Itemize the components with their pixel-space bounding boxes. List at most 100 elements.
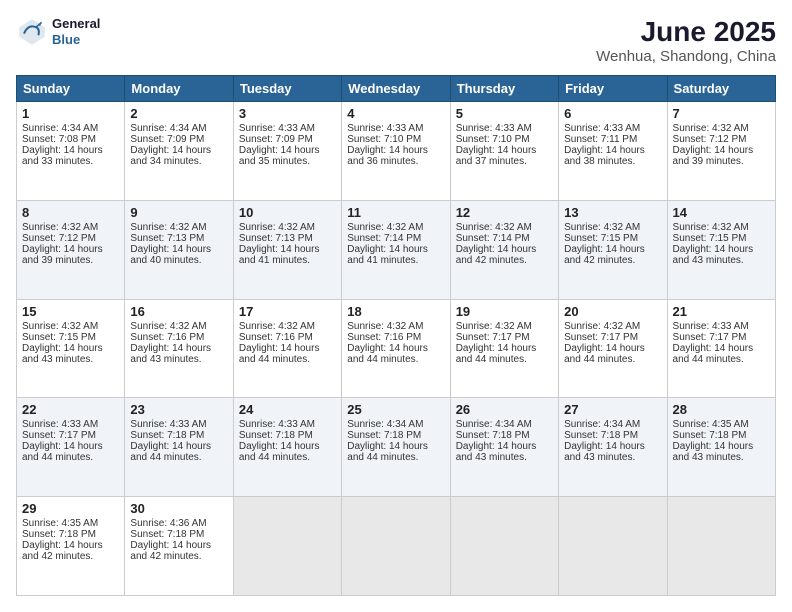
daylight: Daylight: 14 hours and 42 minutes. bbox=[564, 244, 645, 266]
sunset: Sunset: 7:10 PM bbox=[347, 134, 421, 145]
day-number: 28 bbox=[673, 402, 770, 417]
calendar-cell bbox=[559, 497, 667, 596]
daylight: Daylight: 14 hours and 39 minutes. bbox=[673, 145, 754, 167]
sunrise: Sunrise: 4:32 AM bbox=[22, 321, 98, 332]
calendar-cell: 25Sunrise: 4:34 AMSunset: 7:18 PMDayligh… bbox=[342, 398, 450, 497]
calendar-cell: 21 Sunrise: 4:33 AMSunset: 7:17 PMDayligh… bbox=[667, 299, 775, 398]
calendar-cell: 14Sunrise: 4:32 AMSunset: 7:15 PMDayligh… bbox=[667, 200, 775, 299]
day-number: 14 bbox=[673, 205, 770, 220]
sunrise: Sunrise: 4:32 AM bbox=[347, 321, 423, 332]
sunset: Sunset: 7:18 PM bbox=[347, 430, 421, 441]
sunrise: Sunrise: 4:35 AM bbox=[22, 518, 98, 529]
day-number: 16 bbox=[130, 304, 227, 319]
sunrise: Sunrise: 4:32 AM bbox=[347, 222, 423, 233]
calendar-subtitle: Wenhua, Shandong, China bbox=[596, 48, 776, 65]
daylight: Daylight: 14 hours and 43 minutes. bbox=[564, 441, 645, 463]
calendar-cell: 26Sunrise: 4:34 AMSunset: 7:18 PMDayligh… bbox=[450, 398, 558, 497]
day-number: 8 bbox=[22, 205, 119, 220]
logo-text: General Blue bbox=[52, 16, 100, 47]
sunset: Sunset: 7:18 PM bbox=[673, 430, 747, 441]
daylight: Daylight: 14 hours and 44 minutes. bbox=[239, 441, 320, 463]
sunset: Sunset: 7:18 PM bbox=[564, 430, 638, 441]
daylight: Daylight: 14 hours and 43 minutes. bbox=[673, 441, 754, 463]
sunrise: Sunrise: 4:33 AM bbox=[239, 123, 315, 134]
day-number: 26 bbox=[456, 402, 553, 417]
calendar-title: June 2025 bbox=[596, 16, 776, 48]
sunrise: Sunrise: 4:33 AM bbox=[347, 123, 423, 134]
sunset: Sunset: 7:15 PM bbox=[673, 233, 747, 244]
sunrise: Sunrise: 4:34 AM bbox=[564, 419, 640, 430]
sunset: Sunset: 7:13 PM bbox=[130, 233, 204, 244]
sunset: Sunset: 7:17 PM bbox=[673, 332, 747, 343]
sunrise: Sunrise: 4:32 AM bbox=[22, 222, 98, 233]
calendar-cell: 30Sunrise: 4:36 AMSunset: 7:18 PMDayligh… bbox=[125, 497, 233, 596]
day-number: 21 bbox=[673, 304, 770, 319]
sunrise: Sunrise: 4:32 AM bbox=[564, 321, 640, 332]
sunrise: Sunrise: 4:32 AM bbox=[673, 222, 749, 233]
calendar-cell: 18Sunrise: 4:32 AMSunset: 7:16 PMDayligh… bbox=[342, 299, 450, 398]
daylight: Daylight: 14 hours and 40 minutes. bbox=[130, 244, 211, 266]
sunrise: Sunrise: 4:32 AM bbox=[130, 321, 206, 332]
calendar-cell: 3Sunrise: 4:33 AMSunset: 7:09 PMDaylight… bbox=[233, 102, 341, 201]
daylight: Daylight: 14 hours and 43 minutes. bbox=[456, 441, 537, 463]
sunset: Sunset: 7:18 PM bbox=[130, 430, 204, 441]
calendar-cell: 9Sunrise: 4:32 AMSunset: 7:13 PMDaylight… bbox=[125, 200, 233, 299]
sunset: Sunset: 7:11 PM bbox=[564, 134, 637, 145]
calendar-cell: 12Sunrise: 4:32 AMSunset: 7:14 PMDayligh… bbox=[450, 200, 558, 299]
daylight: Daylight: 14 hours and 42 minutes. bbox=[22, 540, 103, 562]
title-block: June 2025 Wenhua, Shandong, China bbox=[596, 16, 776, 65]
sunrise: Sunrise: 4:34 AM bbox=[130, 123, 206, 134]
calendar-cell: 11Sunrise: 4:32 AMSunset: 7:14 PMDayligh… bbox=[342, 200, 450, 299]
day-number: 10 bbox=[239, 205, 336, 220]
calendar-cell: 27Sunrise: 4:34 AMSunset: 7:18 PMDayligh… bbox=[559, 398, 667, 497]
header-wednesday: Wednesday bbox=[342, 76, 450, 102]
calendar-cell: 10Sunrise: 4:32 AMSunset: 7:13 PMDayligh… bbox=[233, 200, 341, 299]
sunrise: Sunrise: 4:34 AM bbox=[22, 123, 98, 134]
daylight: Daylight: 14 hours and 42 minutes. bbox=[456, 244, 537, 266]
sunrise: Sunrise: 4:33 AM bbox=[130, 419, 206, 430]
sunrise: Sunrise: 4:33 AM bbox=[22, 419, 98, 430]
sunset: Sunset: 7:18 PM bbox=[22, 529, 96, 540]
calendar-cell: 7Sunrise: 4:32 AMSunset: 7:12 PMDaylight… bbox=[667, 102, 775, 201]
calendar-cell: 28Sunrise: 4:35 AMSunset: 7:18 PMDayligh… bbox=[667, 398, 775, 497]
calendar-cell: 5Sunrise: 4:33 AMSunset: 7:10 PMDaylight… bbox=[450, 102, 558, 201]
calendar-cell bbox=[450, 497, 558, 596]
sunset: Sunset: 7:17 PM bbox=[456, 332, 530, 343]
calendar-week-4: 29Sunrise: 4:35 AMSunset: 7:18 PMDayligh… bbox=[17, 497, 776, 596]
header-sunday: Sunday bbox=[17, 76, 125, 102]
sunrise: Sunrise: 4:33 AM bbox=[456, 123, 532, 134]
day-number: 23 bbox=[130, 402, 227, 417]
sunrise: Sunrise: 4:32 AM bbox=[239, 222, 315, 233]
daylight: Daylight: 14 hours and 44 minutes. bbox=[239, 343, 320, 365]
day-number: 2 bbox=[130, 106, 227, 121]
calendar-cell bbox=[667, 497, 775, 596]
daylight: Daylight: 14 hours and 41 minutes. bbox=[347, 244, 428, 266]
sunset: Sunset: 7:18 PM bbox=[239, 430, 313, 441]
sunrise: Sunrise: 4:33 AM bbox=[673, 321, 749, 332]
sunset: Sunset: 7:16 PM bbox=[347, 332, 421, 343]
header-tuesday: Tuesday bbox=[233, 76, 341, 102]
daylight: Daylight: 14 hours and 33 minutes. bbox=[22, 145, 103, 167]
daylight: Daylight: 14 hours and 44 minutes. bbox=[130, 441, 211, 463]
daylight: Daylight: 14 hours and 43 minutes. bbox=[22, 343, 103, 365]
header: General Blue June 2025 Wenhua, Shandong,… bbox=[16, 16, 776, 65]
day-number: 4 bbox=[347, 106, 444, 121]
sunset: Sunset: 7:09 PM bbox=[239, 134, 313, 145]
day-number: 20 bbox=[564, 304, 661, 319]
calendar-cell: 17Sunrise: 4:32 AMSunset: 7:16 PMDayligh… bbox=[233, 299, 341, 398]
daylight: Daylight: 14 hours and 44 minutes. bbox=[673, 343, 754, 365]
day-number: 1 bbox=[22, 106, 119, 121]
day-number: 17 bbox=[239, 304, 336, 319]
daylight: Daylight: 14 hours and 44 minutes. bbox=[347, 343, 428, 365]
calendar-cell: 6Sunrise: 4:33 AMSunset: 7:11 PMDaylight… bbox=[559, 102, 667, 201]
sunrise: Sunrise: 4:33 AM bbox=[239, 419, 315, 430]
sunrise: Sunrise: 4:33 AM bbox=[564, 123, 640, 134]
header-thursday: Thursday bbox=[450, 76, 558, 102]
calendar-week-3: 22Sunrise: 4:33 AMSunset: 7:17 PMDayligh… bbox=[17, 398, 776, 497]
logo-line1: General bbox=[52, 16, 100, 32]
sunrise: Sunrise: 4:32 AM bbox=[456, 321, 532, 332]
sunrise: Sunrise: 4:34 AM bbox=[347, 419, 423, 430]
logo-icon bbox=[16, 16, 48, 48]
daylight: Daylight: 14 hours and 35 minutes. bbox=[239, 145, 320, 167]
sunset: Sunset: 7:15 PM bbox=[564, 233, 638, 244]
